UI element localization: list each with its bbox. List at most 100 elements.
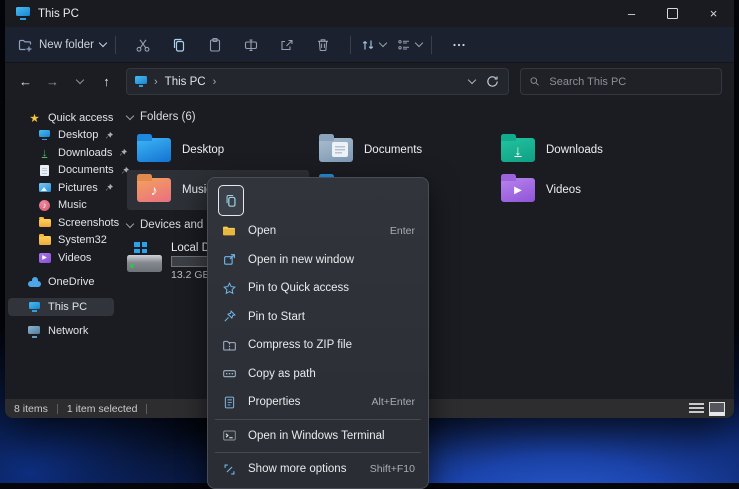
menu-item-show-more-options[interactable]: Show more options Shift+F10 xyxy=(213,455,423,484)
sort-button[interactable] xyxy=(360,37,386,53)
folder-icon xyxy=(38,216,51,229)
search-input[interactable] xyxy=(547,75,713,89)
chevron-down-icon xyxy=(99,39,107,47)
collapse-chevron-icon xyxy=(126,111,134,119)
item-count: 8 items xyxy=(14,403,48,415)
cut-icon xyxy=(135,37,151,53)
sidebar-item-onedrive[interactable]: OneDrive xyxy=(8,274,114,292)
quick-copy-button[interactable] xyxy=(218,185,244,216)
menu-item-compress-zip[interactable]: Compress to ZIP file xyxy=(213,331,423,360)
maximize-button[interactable] xyxy=(652,0,693,27)
menu-item-label: Compress to ZIP file xyxy=(248,339,352,351)
toolbar-divider xyxy=(350,36,351,54)
chevron-down-icon xyxy=(75,76,83,84)
network-icon xyxy=(28,325,41,338)
menu-item-label: Show more options xyxy=(248,463,346,475)
sidebar-item-quick-access[interactable]: ★ Quick access xyxy=(8,109,114,127)
context-menu: Open Enter Open in new window Pin to Qui… xyxy=(207,177,429,489)
sidebar-item-label: Network xyxy=(48,325,88,337)
chevron-down-icon[interactable] xyxy=(468,76,476,84)
chevron-down-icon xyxy=(379,39,387,47)
monitor-icon xyxy=(28,300,41,313)
paste-icon xyxy=(207,37,223,53)
search-box[interactable] xyxy=(520,68,722,95)
view-options-icon xyxy=(396,37,412,53)
folder-tile-downloads[interactable]: Downloads xyxy=(491,130,673,170)
menu-item-open-new-window[interactable]: Open in new window xyxy=(213,246,423,275)
sidebar-item-pictures[interactable]: Pictures xyxy=(8,179,114,197)
copy-button[interactable] xyxy=(161,32,197,58)
show-more-icon xyxy=(221,462,237,477)
sidebar-item-screenshots[interactable]: Screenshots xyxy=(8,214,114,232)
maximize-icon xyxy=(667,8,678,19)
tile-label: Videos xyxy=(546,184,581,196)
up-button[interactable]: ↑ xyxy=(94,69,119,95)
breadcrumb-this-pc[interactable]: This PC xyxy=(165,76,206,88)
menu-item-pin-to-start[interactable]: Pin to Start xyxy=(213,303,423,332)
folder-tile-desktop[interactable]: Desktop xyxy=(127,130,309,170)
folder-tile-documents[interactable]: Documents xyxy=(309,130,491,170)
menu-item-properties[interactable]: Properties Alt+Enter xyxy=(213,388,423,417)
menu-item-open[interactable]: Open Enter xyxy=(213,217,423,246)
zip-folder-icon xyxy=(221,338,237,353)
status-divider xyxy=(146,404,147,414)
menu-shortcut: Alt+Enter xyxy=(372,396,415,408)
sidebar-item-downloads[interactable]: ↓ Downloads xyxy=(8,144,114,162)
terminal-icon xyxy=(221,428,237,443)
new-folder-button[interactable]: New folder xyxy=(17,37,106,53)
cut-button[interactable] xyxy=(125,32,161,58)
collapse-chevron-icon xyxy=(126,219,134,227)
context-menu-quick-actions xyxy=(213,183,423,217)
folder-tile-videos[interactable]: Videos xyxy=(491,170,673,210)
menu-item-open-windows-terminal[interactable]: Open in Windows Terminal xyxy=(213,422,423,451)
recent-locations-button[interactable] xyxy=(67,69,92,95)
menu-item-label: Open in new window xyxy=(248,254,354,266)
sidebar-item-label: Quick access xyxy=(48,112,113,124)
forward-button[interactable]: → xyxy=(40,69,65,95)
menu-item-label: Pin to Quick access xyxy=(248,282,349,294)
sidebar-item-label: Documents xyxy=(58,164,114,176)
tile-label: Documents xyxy=(364,144,422,156)
downloads-folder-icon xyxy=(501,138,535,162)
share-button[interactable] xyxy=(269,32,305,58)
large-icons-view-button[interactable] xyxy=(709,402,725,416)
folders-section-header[interactable]: Folders (6) xyxy=(127,108,734,126)
view-toggles xyxy=(689,402,725,416)
copy-path-icon xyxy=(221,366,237,381)
details-view-button[interactable] xyxy=(689,403,704,414)
sidebar-item-videos[interactable]: Videos xyxy=(8,249,114,267)
window-controls: – × xyxy=(611,0,734,27)
rename-button[interactable] xyxy=(233,32,269,58)
sidebar-item-documents[interactable]: Documents xyxy=(8,162,114,180)
back-button[interactable]: ← xyxy=(13,69,38,95)
delete-button[interactable] xyxy=(305,32,341,58)
menu-item-label: Open in Windows Terminal xyxy=(248,430,385,442)
navigation-bar: ← → ↑ › This PC › xyxy=(5,63,734,100)
desktop-icon xyxy=(38,129,51,142)
sidebar-item-network[interactable]: Network xyxy=(8,323,114,341)
selected-count: 1 item selected xyxy=(67,403,138,415)
copy-icon xyxy=(171,37,187,53)
menu-item-pin-quick-access[interactable]: Pin to Quick access xyxy=(213,274,423,303)
view-button[interactable] xyxy=(396,37,422,53)
minimize-button[interactable]: – xyxy=(611,0,652,27)
address-bar[interactable]: › This PC › xyxy=(126,68,509,95)
copy-icon xyxy=(224,193,238,208)
breadcrumb-separator: › xyxy=(213,76,217,88)
sort-icon xyxy=(360,37,376,53)
sidebar-item-desktop[interactable]: Desktop xyxy=(8,127,114,145)
sidebar-item-system32[interactable]: System32 xyxy=(8,232,114,250)
menu-item-label: Pin to Start xyxy=(248,311,305,323)
command-toolbar: New folder xyxy=(5,27,734,63)
refresh-icon[interactable] xyxy=(485,74,500,89)
menu-item-copy-as-path[interactable]: Copy as path xyxy=(213,360,423,389)
sidebar-item-this-pc[interactable]: This PC xyxy=(8,298,114,316)
close-button[interactable]: × xyxy=(693,0,734,27)
see-more-button[interactable] xyxy=(441,32,477,58)
music-folder-icon xyxy=(137,178,171,202)
paste-button[interactable] xyxy=(197,32,233,58)
new-folder-label: New folder xyxy=(39,39,94,51)
sidebar-item-music[interactable]: Music xyxy=(8,197,114,215)
open-new-window-icon xyxy=(221,252,237,267)
address-bar-actions xyxy=(469,74,500,89)
